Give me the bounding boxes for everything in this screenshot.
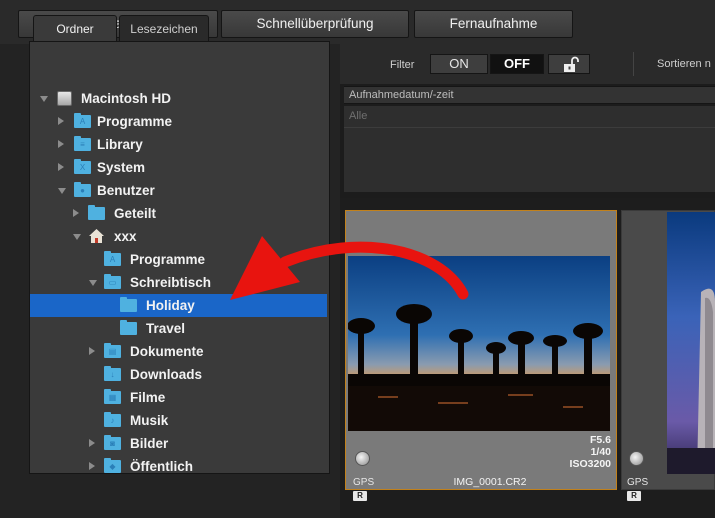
hard-drive-icon (57, 91, 72, 106)
folder-icon (88, 205, 105, 220)
system-folder-icon: X (74, 159, 91, 174)
tree-item-label: Bilder (130, 436, 169, 451)
tree-item[interactable]: ▤ Dokumente (30, 340, 327, 363)
tree-item-label: Programme (130, 252, 206, 267)
tree-item-label: Schreibtisch (130, 275, 212, 290)
thumbnail-filename: IMG_0001.CR2 (453, 476, 527, 488)
tree-item[interactable]: ◙ Bilder (30, 432, 327, 455)
raw-badge: R (353, 491, 367, 501)
tree-item[interactable]: ≡ Library (30, 133, 327, 156)
tree-item-label: Travel (146, 321, 186, 336)
tree-item-label: Benutzer (97, 183, 155, 198)
tree-item[interactable]: Holiday (30, 294, 327, 317)
tree-item-label: Macintosh HD (81, 91, 172, 106)
quick-check-button[interactable]: Schnellüberprüfung (221, 10, 409, 38)
tree-item-label: xxx (114, 229, 137, 244)
applications-folder-icon: A (74, 113, 91, 128)
gps-label: GPS (627, 477, 649, 488)
disclosure-closed-icon[interactable] (58, 117, 64, 125)
applications-folder-icon: A (104, 251, 121, 266)
tree-item-label: Filme (130, 390, 166, 405)
exif-shutter: 1/40 (590, 446, 611, 458)
disclosure-open-icon[interactable] (73, 234, 81, 240)
filter-label: Filter (390, 59, 415, 71)
tree-item-label: Musik (130, 413, 169, 428)
pictures-folder-icon: ◙ (104, 435, 121, 450)
downloads-folder-icon: ↓ (104, 366, 121, 381)
rating-dot-icon[interactable] (629, 451, 644, 466)
tree-item[interactable]: xxx (30, 225, 327, 248)
tree-item[interactable]: A Programme (30, 110, 327, 133)
folder-icon (120, 297, 137, 312)
library-folder-icon: ≡ (74, 136, 91, 151)
disclosure-closed-icon[interactable] (89, 462, 95, 470)
disclosure-closed-icon[interactable] (58, 140, 64, 148)
tree-item[interactable]: ▭ Schreibtisch (30, 271, 327, 294)
disclosure-open-icon[interactable] (89, 280, 97, 286)
unlock-icon (564, 56, 579, 72)
tree-item[interactable]: ◆ Öffentlich (30, 455, 327, 478)
remote-shooting-button[interactable]: Fernaufnahme (414, 10, 573, 38)
music-folder-icon: ♪ (104, 412, 121, 427)
tree-item-label: Öffentlich (130, 459, 193, 474)
date-filter-field[interactable]: Aufnahmedatum/-zeit (344, 86, 715, 104)
tree-item-label: Library (97, 137, 143, 152)
tree-item[interactable]: A Programme (30, 248, 327, 271)
filter-lock-button[interactable] (548, 54, 590, 74)
disclosure-closed-icon[interactable] (89, 439, 95, 447)
tab-bookmarks[interactable]: Lesezeichen (119, 15, 209, 42)
disclosure-open-icon[interactable] (58, 188, 66, 194)
disclosure-closed-icon[interactable] (89, 347, 95, 355)
thumbnail-image (667, 212, 715, 474)
tab-folders[interactable]: Ordner (33, 15, 117, 43)
rating-dot-icon[interactable] (355, 451, 370, 466)
disclosure-open-icon[interactable] (40, 96, 48, 102)
users-folder-icon: ● (74, 182, 91, 197)
divider (633, 52, 634, 76)
date-filter-all[interactable]: Alle (344, 106, 715, 128)
tree-item[interactable]: Geteilt (30, 202, 327, 225)
sort-label[interactable]: Sortieren n (657, 58, 711, 70)
thumbnail-image (348, 256, 610, 431)
tree-item[interactable]: Macintosh HD (30, 87, 327, 110)
tree-item[interactable]: ▦ Filme (30, 386, 327, 409)
documents-folder-icon: ▤ (104, 343, 121, 358)
tree-item-label: Downloads (130, 367, 203, 382)
tree-item[interactable]: ♪ Musik (30, 409, 327, 432)
raw-badge: R (627, 491, 641, 501)
filter-on-button[interactable]: ON (430, 54, 488, 74)
tree-item[interactable]: Travel (30, 317, 327, 340)
filter-off-button[interactable]: OFF (490, 54, 544, 74)
exif-iso: ISO3200 (569, 458, 611, 470)
exif-aperture: F5.6 (589, 434, 611, 446)
tree-item-label: System (97, 160, 146, 175)
movies-folder-icon: ▦ (104, 389, 121, 404)
public-folder-icon: ◆ (104, 458, 121, 473)
gps-label: GPS (353, 477, 375, 488)
home-icon (89, 229, 104, 243)
tree-item-label: Geteilt (114, 206, 157, 221)
desktop-folder-icon: ▭ (104, 274, 121, 289)
folder-icon (120, 320, 137, 335)
tree-item-label: Programme (97, 114, 173, 129)
tree-item[interactable]: ● Benutzer (30, 179, 327, 202)
tree-item[interactable]: ↓ Downloads (30, 363, 327, 386)
tree-item[interactable]: X System (30, 156, 327, 179)
disclosure-closed-icon[interactable] (58, 163, 64, 171)
tree-item-label: Holiday (146, 298, 195, 313)
disclosure-closed-icon[interactable] (73, 209, 79, 217)
tree-item-label: Dokumente (130, 344, 204, 359)
